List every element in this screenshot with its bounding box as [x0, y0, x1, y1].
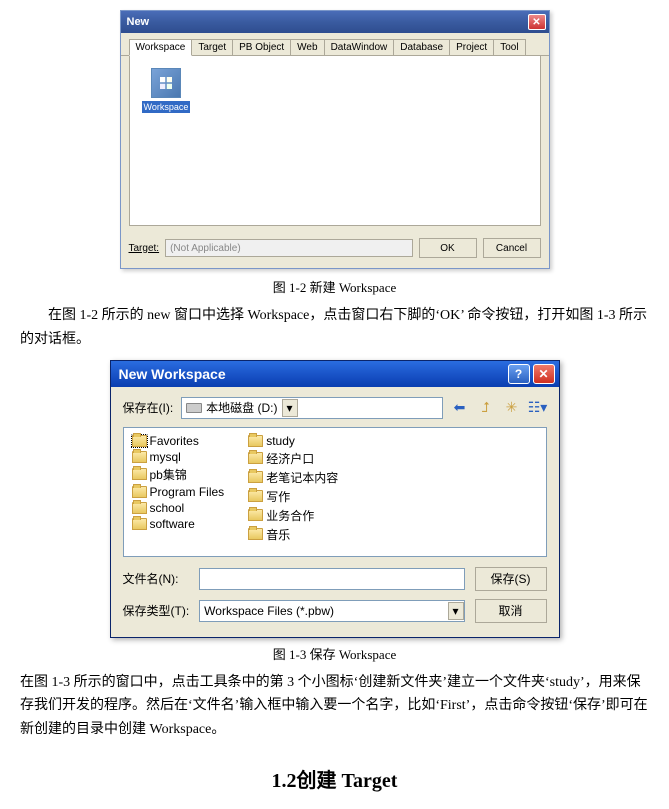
close-icon[interactable]: ✕ [528, 14, 546, 30]
folder-icon [132, 435, 147, 447]
file-list[interactable]: Favorites mysql pb集锦 Program Files schoo… [123, 427, 547, 557]
folder-item[interactable]: mysql [132, 450, 225, 464]
dialog-title: New Workspace [119, 366, 226, 382]
cancel-button[interactable]: Cancel [483, 238, 541, 258]
save-in-label: 保存在(I): [123, 399, 174, 416]
paragraph-2: 在图 1-3 所示的窗口中，点击工具条中的第 3 个小图标‘创建新文件夹’建立一… [20, 671, 649, 742]
folder-icon [132, 468, 147, 480]
tab-workspace[interactable]: Workspace [129, 39, 193, 56]
folder-item[interactable]: Favorites [132, 434, 225, 448]
folder-item[interactable]: 写作 [248, 488, 338, 505]
folder-item[interactable]: school [132, 501, 225, 515]
folder-icon [248, 509, 263, 521]
folder-item[interactable]: pb集锦 [132, 466, 225, 483]
item-pane: Workspace [129, 56, 541, 226]
folder-icon [248, 435, 263, 447]
tab-web[interactable]: Web [290, 39, 324, 55]
new-dialog: New ✕ Workspace Target PB Object Web Dat… [120, 10, 550, 269]
up-folder-icon[interactable]: ⮥ [477, 399, 495, 417]
folder-icon [248, 528, 263, 540]
figure-caption-1: 图 1-2 新建 Workspace [20, 277, 649, 296]
folder-icon [248, 471, 263, 483]
tab-tool[interactable]: Tool [493, 39, 525, 55]
folder-item[interactable]: 业务合作 [248, 507, 338, 524]
target-label: Target: [129, 243, 160, 254]
folder-icon [132, 486, 147, 498]
folder-item[interactable]: software [132, 517, 225, 531]
folder-icon [132, 518, 147, 530]
target-field [165, 239, 412, 257]
chevron-down-icon[interactable]: ▾ [448, 602, 464, 620]
paragraph-1: 在图 1-2 所示的 new 窗口中选择 Workspace，点击窗口右下脚的‘… [20, 304, 649, 352]
tab-datawindow[interactable]: DataWindow [324, 39, 395, 55]
save-dialog: New Workspace ? ✕ 保存在(I): 本地磁盘 (D:) ▾ ⬅ … [110, 360, 560, 638]
cancel-button[interactable]: 取消 [475, 599, 547, 623]
bottom-row: Target: OK Cancel [121, 232, 549, 268]
chevron-down-icon[interactable]: ▾ [282, 399, 298, 417]
help-icon[interactable]: ? [508, 364, 530, 384]
save-in-combo[interactable]: 本地磁盘 (D:) ▾ [181, 397, 442, 419]
new-folder-icon[interactable]: ✳ [503, 399, 521, 417]
workspace-item-label: Workspace [142, 101, 191, 113]
folder-item[interactable]: 经济户口 [248, 450, 338, 467]
tab-database[interactable]: Database [393, 39, 450, 55]
workspace-icon [151, 68, 181, 98]
disk-icon [186, 403, 202, 413]
tab-project[interactable]: Project [449, 39, 494, 55]
filetype-combo[interactable]: Workspace Files (*.pbw) ▾ [199, 600, 464, 622]
folder-item[interactable]: Program Files [132, 485, 225, 499]
view-menu-icon[interactable]: ☷▾ [529, 399, 547, 417]
close-icon[interactable]: ✕ [533, 364, 555, 384]
tab-target[interactable]: Target [191, 39, 233, 55]
folder-item[interactable]: study [248, 434, 338, 448]
folder-item[interactable]: 老笔记本内容 [248, 469, 338, 486]
ok-button[interactable]: OK [419, 238, 477, 258]
filename-label: 文件名(N): [123, 570, 190, 587]
tab-pb-object[interactable]: PB Object [232, 39, 291, 55]
titlebar: New Workspace ? ✕ [111, 361, 559, 387]
save-button[interactable]: 保存(S) [475, 567, 547, 591]
workspace-item[interactable]: Workspace [142, 68, 190, 113]
filetype-label: 保存类型(T): [123, 602, 190, 619]
folder-icon [132, 451, 147, 463]
dialog-title: New [127, 16, 150, 28]
tab-row: Workspace Target PB Object Web DataWindo… [121, 33, 549, 56]
folder-icon [248, 490, 263, 502]
figure-caption-2: 图 1-3 保存 Workspace [20, 644, 649, 663]
filename-input[interactable] [199, 568, 464, 590]
titlebar: New ✕ [121, 11, 549, 33]
filetype-value: Workspace Files (*.pbw) [200, 604, 447, 618]
folder-icon [132, 502, 147, 514]
save-in-value: 本地磁盘 (D:) [206, 399, 277, 416]
folder-icon [248, 452, 263, 464]
section-heading: 1.2创建 Target [20, 764, 649, 793]
back-icon[interactable]: ⬅ [451, 399, 469, 417]
folder-item[interactable]: 音乐 [248, 526, 338, 543]
